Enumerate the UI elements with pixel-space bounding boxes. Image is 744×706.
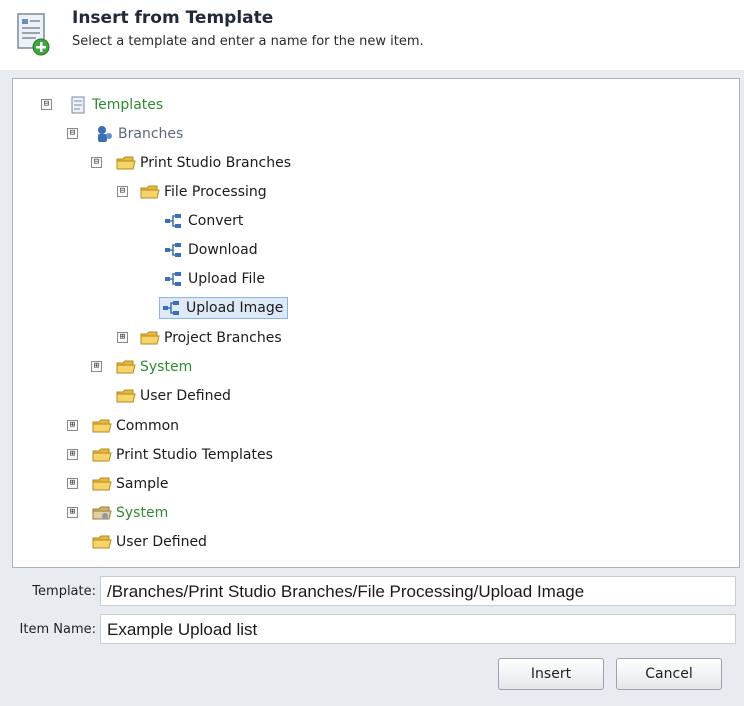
cancel-button[interactable]: Cancel (616, 658, 722, 690)
expand-toggle[interactable]: ⊞ (67, 449, 78, 460)
tree-node-convert[interactable]: Convert (161, 209, 248, 233)
branches-icon (98, 126, 112, 142)
tree-node-upload-image[interactable]: Upload Image (159, 296, 289, 320)
folder-icon (140, 331, 160, 345)
tree-node-project-branches[interactable]: Project Branches (137, 326, 287, 350)
template-icon (71, 96, 85, 114)
tree-node-common[interactable]: Common (89, 414, 184, 438)
folder-icon (92, 448, 112, 462)
tree-node-user-defined-templates[interactable]: User Defined (89, 530, 212, 554)
template-path-field[interactable]: /Branches/Print Studio Branches/File Pro… (100, 576, 736, 606)
system-folder-icon (92, 506, 112, 520)
folder-icon (92, 535, 112, 549)
branch-item-icon (163, 301, 179, 315)
collapse-toggle[interactable]: ⊟ (117, 186, 128, 197)
tree-node-print-studio-branches[interactable]: Print Studio Branches (113, 151, 296, 175)
template-label: Template: (32, 584, 96, 599)
collapse-toggle[interactable]: ⊟ (41, 99, 52, 110)
item-name-label: Item Name: (19, 622, 96, 637)
expand-toggle[interactable]: ⊞ (67, 420, 78, 431)
tree-node-print-studio-templates[interactable]: Print Studio Templates (89, 443, 278, 467)
tree-node-sample[interactable]: Sample (89, 472, 174, 496)
branch-item-icon (165, 272, 181, 286)
branch-item-icon (165, 214, 181, 228)
tree-node-download[interactable]: Download (161, 238, 263, 262)
collapse-toggle[interactable]: ⊟ (67, 128, 78, 139)
branch-item-icon (165, 243, 181, 257)
tree-node-branches[interactable]: Branches (91, 122, 188, 146)
tree-node-upload-file[interactable]: Upload File (161, 267, 270, 291)
tree-node-system-templates[interactable]: System (89, 501, 173, 525)
collapse-toggle[interactable]: ⊟ (91, 157, 102, 168)
folder-icon (92, 477, 112, 491)
expand-toggle[interactable]: ⊞ (67, 507, 78, 518)
insert-button[interactable]: Insert (498, 658, 604, 690)
dialog-title: Insert from Template (72, 8, 274, 28)
dialog-subtitle: Select a template and enter a name for t… (72, 34, 424, 49)
tree-node-system-branches[interactable]: System (113, 355, 197, 379)
folder-icon (116, 389, 136, 403)
expand-toggle[interactable]: ⊞ (117, 332, 128, 343)
folder-icon (140, 185, 160, 199)
tree-node-file-processing[interactable]: File Processing (137, 180, 272, 204)
item-name-field[interactable]: Example Upload list (100, 614, 736, 644)
folder-icon (116, 156, 136, 170)
tree-node-user-defined-branches[interactable]: User Defined (113, 384, 236, 408)
dialog-body: ⊟ Templates ⊟ Branches ⊟ Print Studio Br… (0, 70, 744, 706)
template-document-icon (17, 13, 50, 56)
tree-node-templates[interactable]: Templates (65, 93, 168, 117)
expand-toggle[interactable]: ⊞ (67, 478, 78, 489)
folder-icon (116, 360, 136, 374)
folder-icon (92, 419, 112, 433)
expand-toggle[interactable]: ⊞ (91, 361, 102, 372)
dialog-header: Insert from Template Select a template a… (0, 0, 744, 70)
template-tree[interactable]: ⊟ Templates ⊟ Branches ⊟ Print Studio Br… (12, 78, 740, 568)
